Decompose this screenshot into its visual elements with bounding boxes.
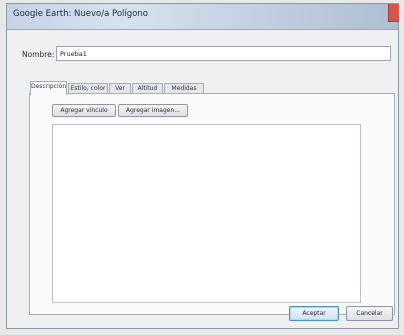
- name-field[interactable]: Prueba1: [56, 46, 391, 61]
- title-bar[interactable]: Google Earth: Nuevo/a Polígono: [7, 4, 399, 30]
- add-image-button[interactable]: Agregar imagen...: [118, 104, 188, 117]
- description-panel: Agregar vínculo Agregar imagen...: [29, 93, 395, 315]
- window-title: Google Earth: Nuevo/a Polígono: [13, 9, 148, 19]
- cancel-button[interactable]: Cancelar: [346, 306, 393, 321]
- description-textarea[interactable]: [52, 124, 361, 303]
- add-link-button[interactable]: Agregar vínculo: [52, 104, 116, 117]
- ok-button[interactable]: Aceptar: [289, 306, 339, 321]
- close-icon[interactable]: [388, 4, 399, 22]
- name-label: Nombre:: [22, 50, 55, 59]
- dialog-window: Google Earth: Nuevo/a Polígono Nombre: P…: [6, 3, 399, 329]
- tab-descripcion[interactable]: Descripción: [30, 81, 67, 95]
